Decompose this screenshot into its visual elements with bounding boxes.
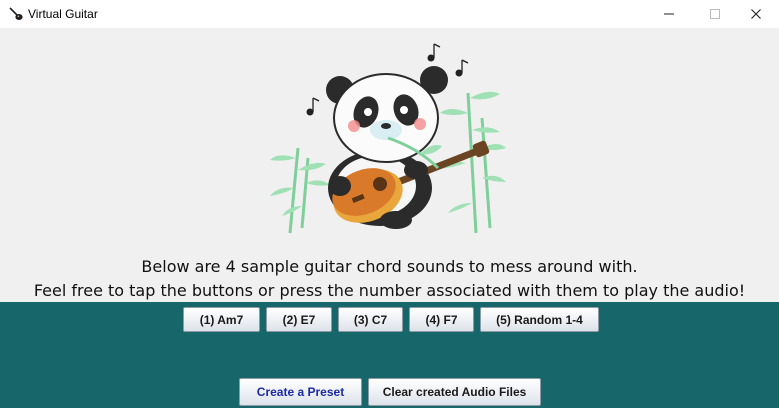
description-line-2: Feel free to tap the buttons or press th… <box>33 281 746 300</box>
title-bar: Virtual Guitar <box>0 0 779 28</box>
chord-button-random[interactable]: (5) Random 1-4 <box>480 307 599 332</box>
maximize-icon <box>710 9 720 19</box>
clear-audio-files-button[interactable]: Clear created Audio Files <box>368 378 541 406</box>
chord-button-c7[interactable]: (3) C7 <box>338 307 403 332</box>
minimize-button[interactable] <box>646 0 692 28</box>
description-line-1: Below are 4 sample guitar chord sounds t… <box>141 257 638 276</box>
create-preset-button[interactable]: Create a Preset <box>239 378 362 406</box>
chord-button-am7[interactable]: (1) Am7 <box>183 307 260 332</box>
close-icon <box>751 9 761 19</box>
maximize-button[interactable] <box>692 0 738 28</box>
chord-button-e7[interactable]: (2) E7 <box>266 307 332 332</box>
window-title: Virtual Guitar <box>28 7 98 21</box>
minimize-icon <box>664 13 674 15</box>
panda-guitar-illustration <box>270 43 506 234</box>
guitar-app-icon <box>9 7 23 20</box>
chord-button-f7[interactable]: (4) F7 <box>409 307 474 332</box>
close-button[interactable] <box>733 0 779 28</box>
